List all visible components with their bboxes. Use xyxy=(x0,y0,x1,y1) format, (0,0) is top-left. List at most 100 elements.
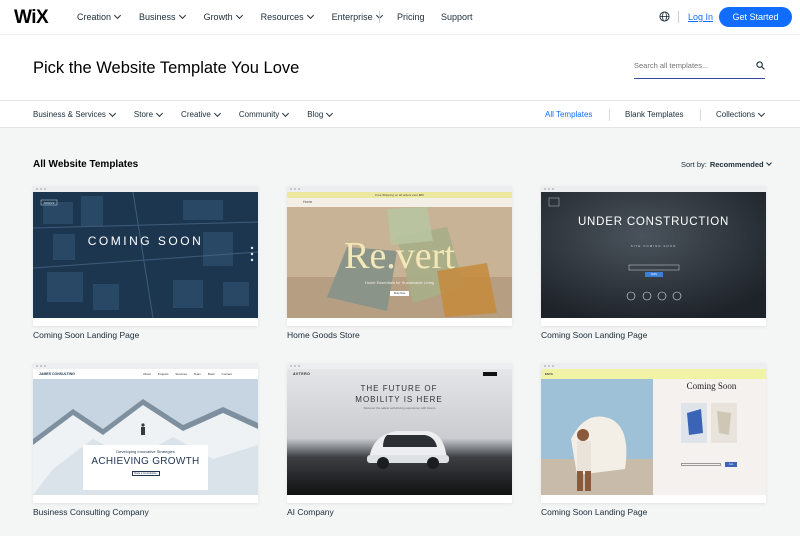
chevron-down-icon xyxy=(213,109,221,117)
template-name[interactable]: Business Consulting Company xyxy=(33,507,149,517)
main-menu: Creation Business Growth Resources Enter… xyxy=(77,11,401,22)
template-name[interactable]: Coming Soon Landing Page xyxy=(541,330,647,340)
template-card[interactable]: ARGUS COMING SOON xyxy=(33,186,258,326)
thumb-headline: Re.vert xyxy=(344,235,455,277)
thumb-button: Book a Consultation xyxy=(131,471,160,476)
thumb-header: Home xyxy=(287,198,512,207)
search-icon[interactable] xyxy=(756,61,765,70)
thumb-headline: ACHIEVING GROWTH xyxy=(91,456,200,467)
chevron-down-icon xyxy=(306,11,314,20)
chevron-down-icon xyxy=(178,11,186,20)
chevron-down-icon xyxy=(326,109,334,117)
chevron-down-icon xyxy=(113,11,122,20)
template-name[interactable]: Coming Soon Landing Page xyxy=(33,330,139,340)
menu-label: Business xyxy=(139,12,176,22)
thumb-headline: UNDER CONSTRUCTION xyxy=(577,216,730,228)
template-thumbnail: ESYA Coming Soon Join xyxy=(541,369,766,495)
search-input[interactable] xyxy=(634,55,746,76)
category-label: Community xyxy=(238,110,280,119)
template-thumbnail: UNDER CONSTRUCTION SITE COMING SOON Noti… xyxy=(541,192,766,318)
chevron-down-icon xyxy=(156,109,164,117)
thumb-header: JAMES CONSULTING About Projects Services… xyxy=(33,369,258,379)
brand-label: ARGUS xyxy=(44,201,55,205)
nav-divider xyxy=(379,11,380,23)
thumb-nav-link: Book xyxy=(207,372,215,376)
thumb-header: ESYA xyxy=(541,369,766,379)
thumb-nav: About Projects Services Team Book Contac… xyxy=(143,372,232,376)
dark-backdrop-image xyxy=(541,192,766,318)
thumb-brand: JAMES CONSULTING xyxy=(39,372,75,376)
get-started-button[interactable]: Get Started xyxy=(719,7,792,27)
sort-value: Recommended xyxy=(709,160,764,169)
hero-section: Pick the Website Template You Love xyxy=(0,34,800,100)
category-business-services[interactable]: Business & Services xyxy=(33,109,116,119)
chevron-down-icon xyxy=(108,109,116,117)
thumb-subtitle: Discover the safest self-driving experie… xyxy=(363,406,436,410)
thumb-kicker: Developing Innovative Strategies xyxy=(116,449,175,454)
thumb-headline: COMING SOON xyxy=(87,234,204,248)
category-creative[interactable]: Creative xyxy=(181,109,221,119)
template-thumbnail: ARGUS COMING SOON xyxy=(33,192,258,318)
category-label: Creative xyxy=(181,110,211,119)
sort-label: Sort by: xyxy=(681,160,707,169)
template-name[interactable]: Coming Soon Landing Page xyxy=(541,507,647,517)
collections-label: Collections xyxy=(716,110,756,119)
globe-icon[interactable] xyxy=(659,11,670,22)
thumb-nav-link: Projects xyxy=(157,372,169,376)
thumb-button: Join xyxy=(725,462,737,467)
thumb-nav-link: Contact xyxy=(221,372,232,376)
category-divider xyxy=(609,109,610,121)
category-community[interactable]: Community xyxy=(238,109,290,119)
thumb-subtitle: Home Essentials for Sustainable Living xyxy=(364,280,435,285)
thumb-nav-link: Team xyxy=(193,372,202,376)
tab-blank-templates[interactable]: Blank Templates xyxy=(625,110,684,119)
template-card[interactable]: ESYA Coming Soon Join xyxy=(541,363,766,503)
chevron-down-icon xyxy=(235,11,243,20)
chevron-down-icon xyxy=(282,109,290,117)
thumb-email-field xyxy=(681,463,721,466)
template-thumbnail: JAMES CONSULTING About Projects Services… xyxy=(33,369,258,495)
page-title: Pick the Website Template You Love xyxy=(33,59,300,77)
top-nav: WiX Creation Business Growth Resources E… xyxy=(0,0,800,34)
sort-dropdown[interactable]: Sort by: Recommended xyxy=(681,160,772,169)
category-label: Store xyxy=(133,110,154,119)
menu-label: Growth xyxy=(203,12,233,22)
template-card[interactable]: Free Shipping on all orders over $80 Hom… xyxy=(287,186,512,326)
category-store[interactable]: Store xyxy=(133,109,164,119)
category-menu: Business & Services Store Creative Commu… xyxy=(33,109,351,119)
wix-logo[interactable]: WiX xyxy=(14,7,49,29)
menu-label: Enterprise xyxy=(331,12,373,22)
thumb-button: Notify xyxy=(645,272,663,277)
template-card[interactable]: UNDER CONSTRUCTION SITE COMING SOON Noti… xyxy=(541,186,766,326)
tab-all-templates[interactable]: All Templates xyxy=(545,110,592,119)
thumb-headline: Coming Soon xyxy=(686,381,737,391)
pricing-link[interactable]: Pricing xyxy=(397,12,425,22)
support-link[interactable]: Support xyxy=(441,12,473,22)
login-link[interactable]: Log In xyxy=(688,12,713,22)
menu-item-growth[interactable]: Growth xyxy=(203,11,243,22)
menu-item-creation[interactable]: Creation xyxy=(77,11,122,22)
menu-item-enterprise[interactable]: Enterprise xyxy=(331,11,383,22)
chevron-down-icon xyxy=(765,160,772,166)
thumb-brand: ESYA xyxy=(545,372,553,376)
city-aerial-image: ARGUS xyxy=(33,192,258,318)
template-name[interactable]: AI Company xyxy=(287,507,334,517)
nav-divider xyxy=(678,11,679,23)
menu-item-business[interactable]: Business xyxy=(139,11,186,22)
chevron-down-icon xyxy=(758,109,766,117)
template-card[interactable]: AVTERO THE FUTURE OF MOBILITY IS HERE Di… xyxy=(287,363,512,503)
thumb-panel: Developing Innovative Strategies ACHIEVI… xyxy=(83,445,208,490)
template-thumbnail: Free Shipping on all orders over $80 Hom… xyxy=(287,192,512,318)
template-card[interactable]: JAMES CONSULTING About Projects Services… xyxy=(33,363,258,503)
template-name[interactable]: Home Goods Store xyxy=(287,330,360,340)
category-blog[interactable]: Blog xyxy=(307,109,334,119)
category-divider xyxy=(700,109,701,121)
listing-title: All Website Templates xyxy=(33,159,139,170)
collections-dropdown[interactable]: Collections xyxy=(716,109,766,119)
menu-label: Creation xyxy=(77,12,112,22)
thumb-nav-link: About xyxy=(143,372,151,376)
menu-item-resources[interactable]: Resources xyxy=(261,11,314,22)
product-thumbnails xyxy=(681,403,737,443)
thumb-nav-link: Services xyxy=(175,372,187,376)
thumb-nav-home: Home xyxy=(303,200,313,204)
